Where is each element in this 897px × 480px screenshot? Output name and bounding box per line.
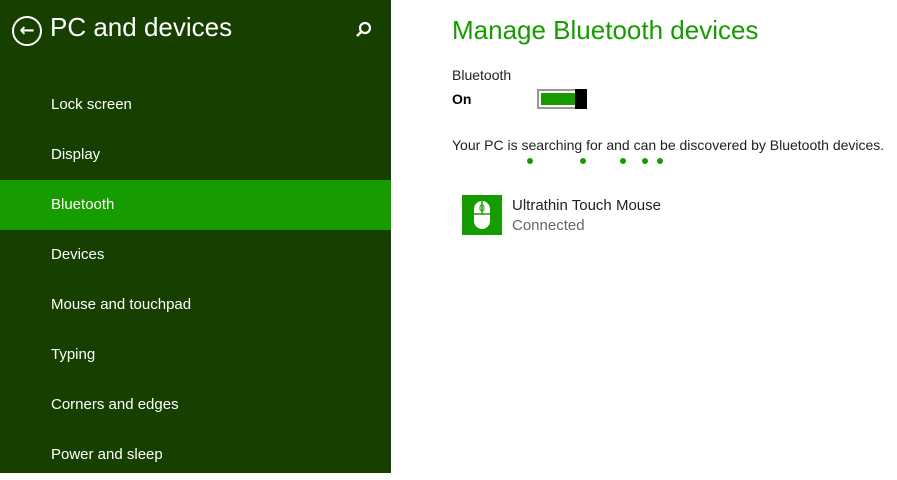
toggle-thumb[interactable] xyxy=(575,89,587,109)
sidebar-item-mouse-and-touchpad[interactable]: Mouse and touchpad xyxy=(0,280,391,330)
toggle-fill xyxy=(541,93,575,105)
device-status: Connected xyxy=(512,217,585,234)
section-title: Manage Bluetooth devices xyxy=(452,15,759,45)
device-name: Ultrathin Touch Mouse xyxy=(512,197,661,214)
sidebar-item-typing[interactable]: Typing xyxy=(0,330,391,380)
sidebar-item-corners-and-edges[interactable]: Corners and edges xyxy=(0,380,391,430)
sidebar-item-bluetooth[interactable]: Bluetooth xyxy=(0,180,391,230)
back-arrow-icon[interactable]: ← xyxy=(12,16,42,46)
progress-dot xyxy=(527,158,533,164)
search-status-text: Your PC is searching for and can be disc… xyxy=(452,137,885,153)
toggle-state-label: On xyxy=(452,91,472,107)
progress-dot xyxy=(620,158,626,164)
page-title: PC and devices xyxy=(50,12,233,42)
sidebar-item-display[interactable]: Display xyxy=(0,130,391,180)
sidebar-item-lock-screen[interactable]: Lock screen xyxy=(0,80,391,130)
progress-dot xyxy=(642,158,648,164)
bluetooth-toggle[interactable] xyxy=(537,89,587,109)
progress-dot xyxy=(657,158,663,164)
mouse-icon xyxy=(462,195,502,235)
search-icon[interactable] xyxy=(354,20,374,40)
sidebar: ← PC and devices Lock screen Display Blu… xyxy=(0,0,391,473)
progress-dot xyxy=(580,158,586,164)
bluetooth-label: Bluetooth xyxy=(452,67,512,83)
sidebar-item-devices[interactable]: Devices xyxy=(0,230,391,280)
